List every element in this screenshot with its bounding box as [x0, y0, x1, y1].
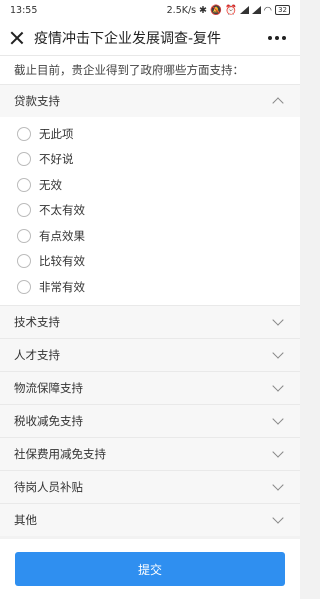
- option-label: 非常有效: [39, 279, 85, 294]
- chevron-up-icon: [272, 97, 284, 109]
- signal-icon: [239, 6, 249, 14]
- chevron-down-icon: [272, 379, 284, 392]
- chevron-down-icon: [272, 313, 284, 326]
- signal-icon: [251, 6, 261, 14]
- option-ineffective[interactable]: 无效: [0, 172, 300, 198]
- section-loan: 贷款支持 无此项 不好说 无效 不太有效 有点效果 比较有效 非常有效: [0, 84, 300, 305]
- support-accordion: 贷款支持 无此项 不好说 无效 不太有效 有点效果 比较有效 非常有效 技术支持…: [0, 84, 300, 536]
- option-label: 无效: [39, 177, 62, 192]
- chevron-down-icon: [272, 346, 284, 359]
- option-fairly-effective[interactable]: 比较有效: [0, 249, 300, 275]
- radio-icon: [17, 203, 31, 218]
- option-label: 比较有效: [39, 254, 85, 269]
- chevron-down-icon: [272, 412, 284, 425]
- section-label: 税收减免支持: [14, 413, 83, 428]
- mute-icon: 🔕: [210, 4, 222, 16]
- section-header-tech[interactable]: 技术支持: [0, 304, 300, 338]
- radio-icon: [17, 177, 31, 192]
- title-bar: 疫情冲击下企业发展调查-复件: [0, 20, 300, 56]
- option-none[interactable]: 无此项: [0, 121, 300, 147]
- options-list: 无此项 不好说 无效 不太有效 有点效果 比较有效 非常有效: [0, 117, 300, 305]
- section-label: 社保费用减免支持: [14, 446, 106, 461]
- status-icons: 2.5K/s ✱ 🔕 ⏰ ◠ 32: [167, 5, 290, 16]
- chevron-down-icon: [272, 511, 284, 524]
- more-icon[interactable]: [264, 32, 290, 44]
- status-bar: 13:55 2.5K/s ✱ 🔕 ⏰ ◠ 32: [0, 0, 300, 20]
- wifi-icon: ◠: [263, 4, 273, 16]
- option-label: 不太有效: [39, 203, 85, 218]
- section-header-loan[interactable]: 贷款支持: [0, 84, 300, 117]
- radio-icon: [17, 228, 31, 243]
- radio-icon: [17, 254, 31, 269]
- page-title: 疫情冲击下企业发展调查-复件: [34, 30, 222, 47]
- network-speed: 2.5K/s: [166, 4, 197, 16]
- section-header-other[interactable]: 其他: [0, 502, 300, 536]
- section-label: 物流保障支持: [14, 380, 83, 395]
- section-header-talent[interactable]: 人才支持: [0, 337, 300, 371]
- chevron-down-icon: [272, 478, 284, 491]
- close-icon[interactable]: [10, 31, 24, 45]
- option-uncertain[interactable]: 不好说: [0, 147, 300, 173]
- section-header-tax[interactable]: 税收减免支持: [0, 403, 300, 437]
- option-label: 无此项: [39, 126, 74, 141]
- submit-button[interactable]: 提交: [15, 552, 285, 586]
- footer: 提交: [0, 539, 300, 599]
- section-header-social-security[interactable]: 社保费用减免支持: [0, 436, 300, 470]
- section-label: 待岗人员补贴: [14, 479, 83, 494]
- radio-icon: [17, 279, 31, 294]
- option-very-effective[interactable]: 非常有效: [0, 274, 300, 300]
- option-not-very-effective[interactable]: 不太有效: [0, 198, 300, 224]
- chevron-down-icon: [272, 445, 284, 458]
- section-label: 人才支持: [14, 347, 60, 362]
- question-text: 截止目前，贵企业得到了政府哪些方面支持：: [0, 56, 300, 84]
- section-label: 技术支持: [14, 314, 60, 329]
- option-label: 有点效果: [39, 228, 85, 243]
- bluetooth-icon: ✱: [199, 4, 208, 16]
- status-time: 13:55: [10, 4, 38, 16]
- section-header-logistics[interactable]: 物流保障支持: [0, 370, 300, 404]
- battery-icon: 32: [275, 5, 290, 15]
- option-label: 不好说: [39, 152, 74, 167]
- radio-icon: [17, 126, 31, 141]
- alarm-icon: ⏰: [224, 4, 237, 16]
- section-label: 贷款支持: [14, 94, 60, 108]
- option-somewhat-effective[interactable]: 有点效果: [0, 223, 300, 249]
- section-label: 其他: [14, 512, 37, 527]
- section-header-furlough-subsidy[interactable]: 待岗人员补贴: [0, 469, 300, 503]
- radio-icon: [17, 152, 31, 167]
